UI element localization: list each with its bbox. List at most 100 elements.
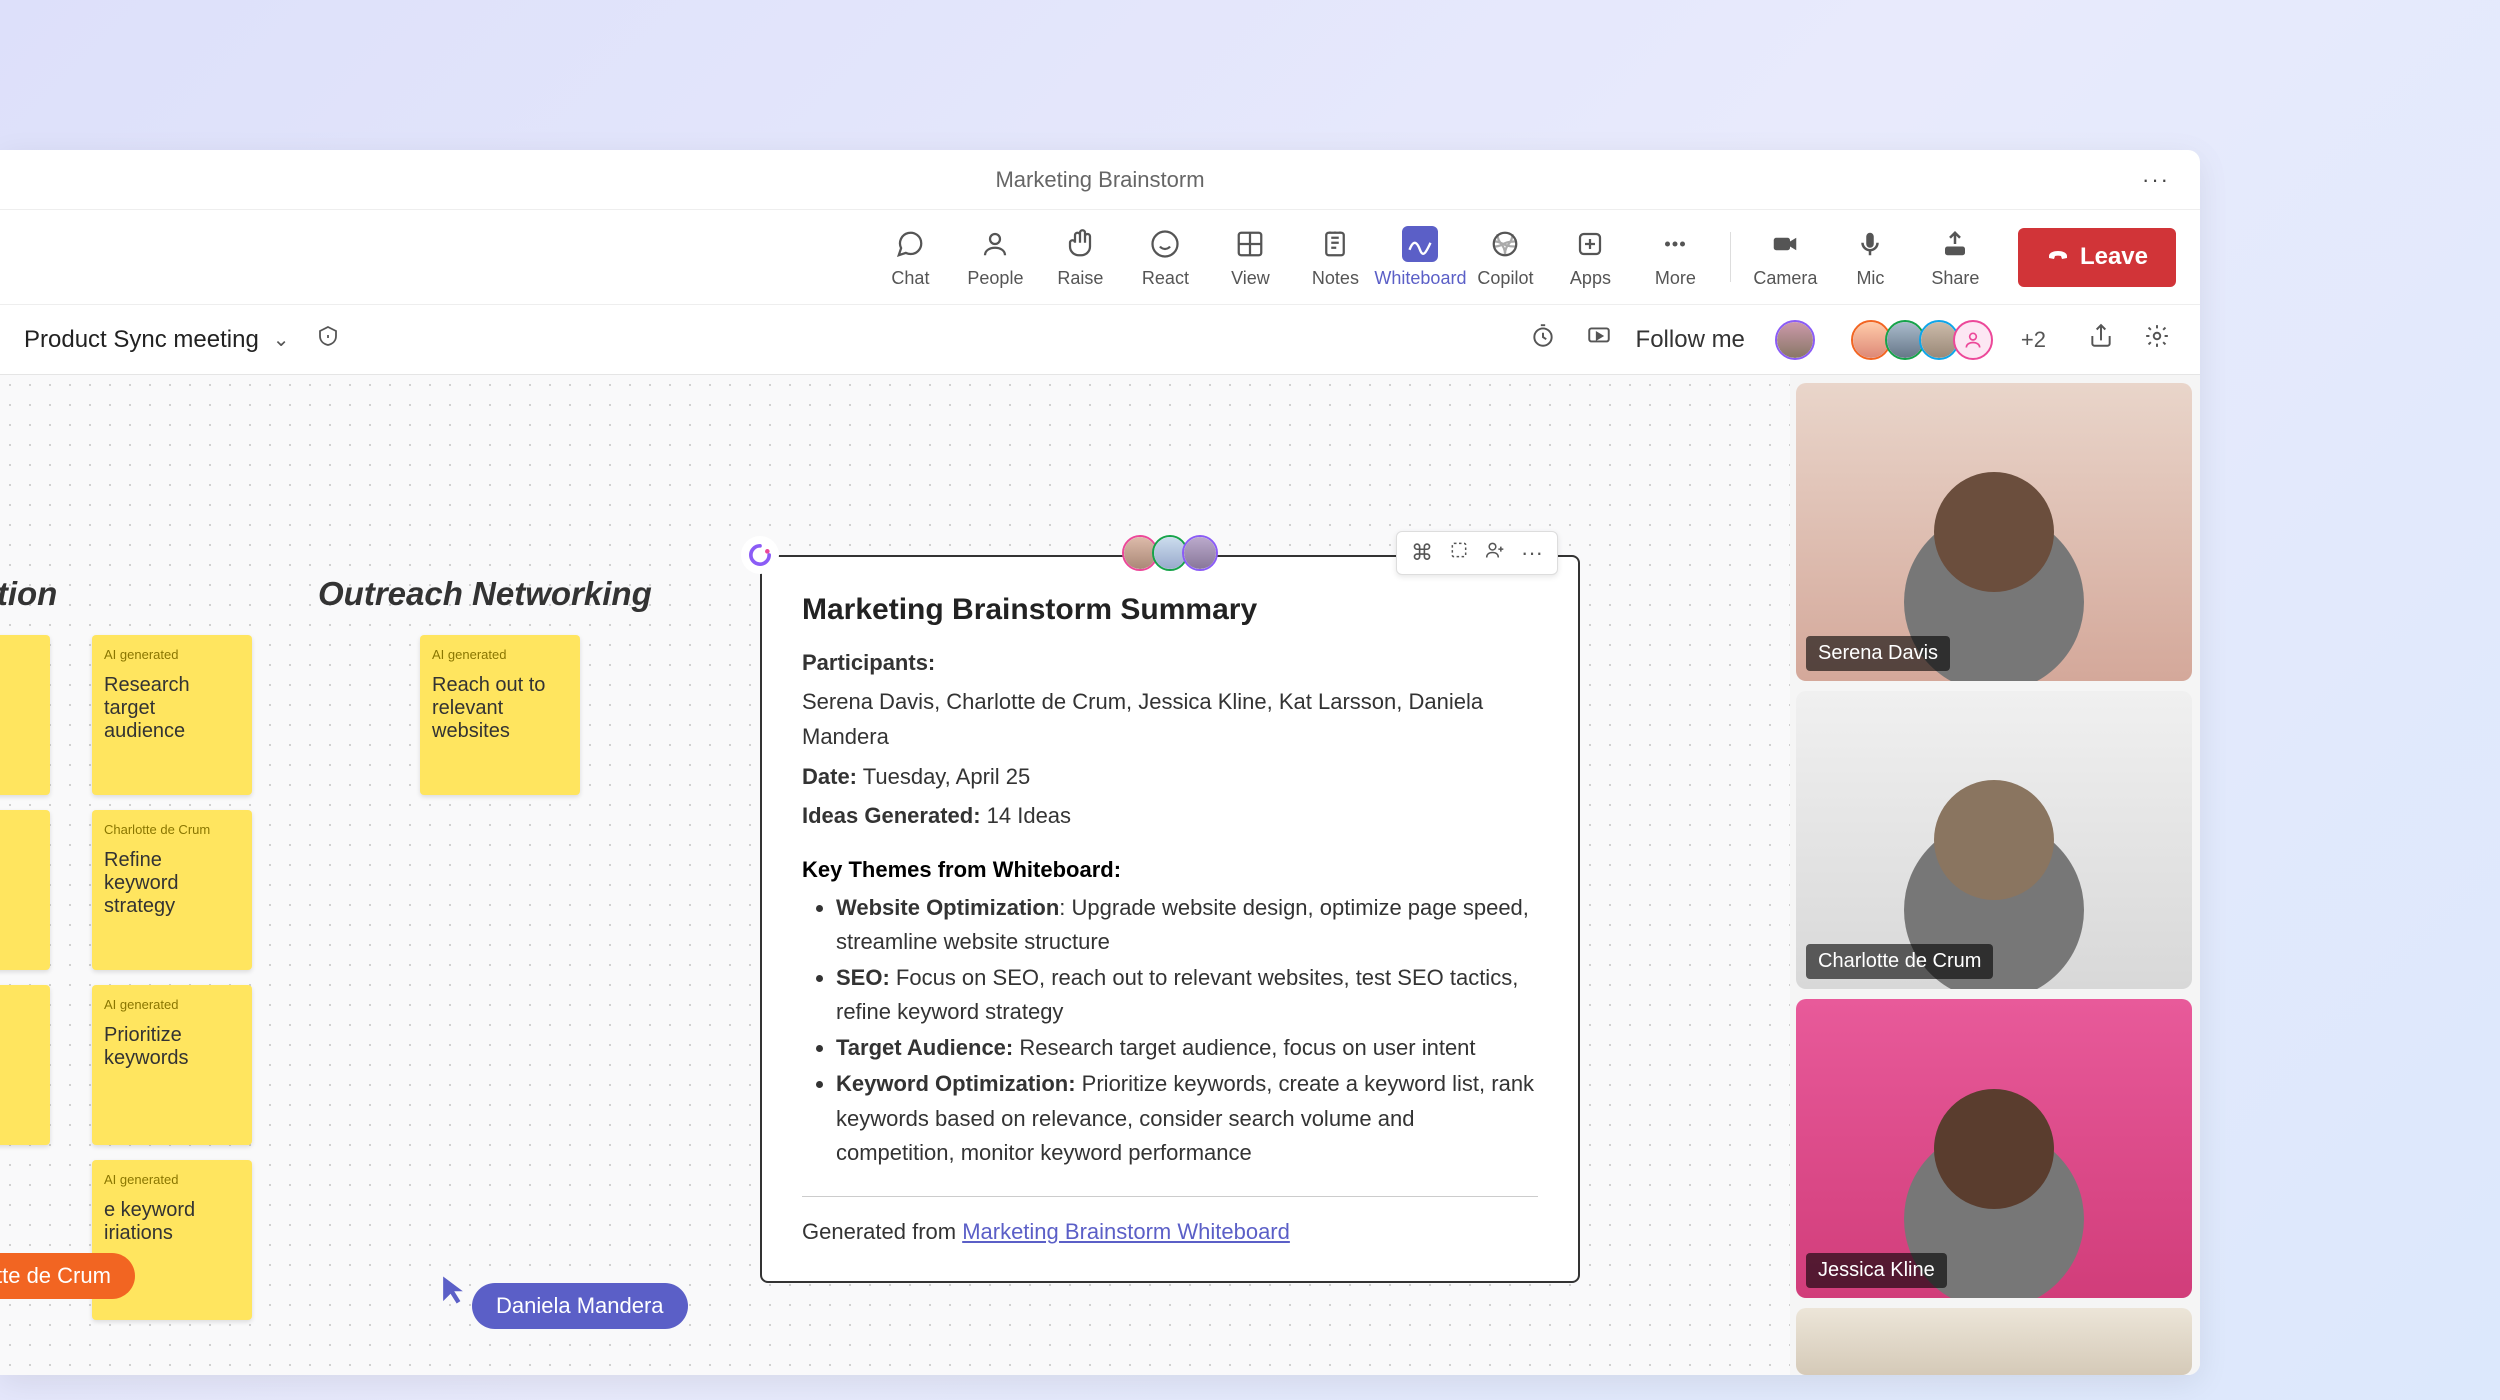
toolbar-label: Whiteboard xyxy=(1374,268,1466,289)
leave-button[interactable]: Leave xyxy=(2018,228,2176,287)
toolbar-label: Mic xyxy=(1856,268,1884,289)
sticky-text: Prioritize keywords xyxy=(104,1024,240,1070)
participant-avatar-group xyxy=(1851,320,1993,360)
toolbar-label: Raise xyxy=(1057,268,1103,289)
board-section-heading: ecution xyxy=(0,575,57,613)
sticky-note[interactable]: AI generated Prioritize keywords xyxy=(92,985,252,1145)
video-tile[interactable]: Serena Davis xyxy=(1796,383,2192,681)
toolbar-chat[interactable]: Chat xyxy=(868,217,953,297)
toolbar-camera[interactable]: Camera xyxy=(1743,217,1828,297)
sticky-note[interactable]: Charlotte de Crum Refine keyword strategy xyxy=(92,810,252,970)
titlebar: Marketing Brainstorm ··· xyxy=(0,150,2200,210)
avatar[interactable] xyxy=(1775,320,1815,360)
theme-item: SEO: Focus on SEO, reach out to relevant… xyxy=(836,961,1538,1029)
participant-name: Serena Davis xyxy=(1806,636,1950,671)
video-pane: Serena Davis Charlotte de Crum Jessica K… xyxy=(1790,375,2200,1375)
leave-label: Leave xyxy=(2080,243,2148,271)
toolbar-share[interactable]: Share xyxy=(1913,217,1998,297)
avatar[interactable] xyxy=(1182,535,1218,571)
sticky-tag: AI generated xyxy=(104,1172,240,1187)
toolbar-label: Notes xyxy=(1312,268,1359,289)
more-icon[interactable]: ··· xyxy=(1521,540,1543,566)
view-icon xyxy=(1232,226,1268,262)
toolbar-label: Apps xyxy=(1570,268,1611,289)
summary-title: Marketing Brainstorm Summary xyxy=(802,593,1538,627)
participant-name: Charlotte de Crum xyxy=(1806,944,1993,979)
chat-icon xyxy=(892,226,928,262)
more-icon xyxy=(1657,226,1693,262)
gear-icon[interactable] xyxy=(2138,317,2176,362)
theme-item: Website Optimization: Upgrade website de… xyxy=(836,891,1538,959)
toolbar-react[interactable]: React xyxy=(1123,217,1208,297)
sticky-note[interactable]: AI generatedReach out to relevant websit… xyxy=(420,635,580,795)
toolbar-label: People xyxy=(967,268,1023,289)
themes-list: Website Optimization: Upgrade website de… xyxy=(802,891,1538,1170)
toolbar-label: More xyxy=(1655,268,1696,289)
sticky-note[interactable]: a a rd list xyxy=(0,810,50,970)
toolbar-people[interactable]: People xyxy=(953,217,1038,297)
cursor-arrow-icon xyxy=(440,1274,466,1311)
sticky-tag: AI generated xyxy=(0,997,38,1012)
people-add-icon[interactable] xyxy=(1485,540,1505,566)
card-avatars xyxy=(1122,535,1218,571)
sticky-tag: Charlotte de Crum xyxy=(104,822,240,837)
app-window: Marketing Brainstorm ··· Chat People Rai… xyxy=(0,150,2200,1375)
apps-icon xyxy=(1572,226,1608,262)
summary-footer: Generated from Marketing Brainstorm Whit… xyxy=(802,1196,1538,1245)
video-tile[interactable]: Charlotte de Crum xyxy=(1796,691,2192,989)
whiteboard-icon xyxy=(1402,226,1438,262)
toolbar-more[interactable]: More xyxy=(1633,217,1718,297)
timer-icon[interactable] xyxy=(1524,317,1562,362)
cursor-label: Daniela Mandera xyxy=(472,1283,688,1329)
participants-value: Serena Davis, Charlotte de Crum, Jessica… xyxy=(802,684,1538,754)
chevron-down-icon[interactable]: ⌄ xyxy=(273,327,290,352)
toolbar-divider xyxy=(1730,232,1731,282)
toolbar-raise[interactable]: Raise xyxy=(1038,217,1123,297)
whiteboard-canvas[interactable]: ecution Outreach Networking on SEOAI gen… xyxy=(0,375,1790,1375)
share-icon xyxy=(1937,226,1973,262)
sticky-tag: AI generated xyxy=(104,647,240,662)
sticky-tag: AI generated xyxy=(104,997,240,1012)
crop-icon[interactable] xyxy=(1449,540,1469,566)
sticky-note[interactable]: AI generatedrds on nce xyxy=(0,985,50,1145)
grid-icon[interactable]: ⌘ xyxy=(1411,540,1433,566)
sticky-note[interactable]: on SEO xyxy=(0,635,50,795)
share-out-icon[interactable] xyxy=(2082,317,2120,362)
toolbar-mic[interactable]: Mic xyxy=(1828,217,1913,297)
follow-me-label[interactable]: Follow me xyxy=(1636,326,1745,354)
video-tile[interactable]: Jessica Kline xyxy=(1796,999,2192,1297)
people-icon xyxy=(977,226,1013,262)
sticky-text: Refine keyword strategy xyxy=(104,849,240,918)
toolbar-label: React xyxy=(1142,268,1189,289)
video-tile[interactable] xyxy=(1796,1308,2192,1375)
sticky-text: Reach out to relevant websites xyxy=(432,674,568,743)
toolbar-label: Chat xyxy=(891,268,929,289)
toolbar-apps[interactable]: Apps xyxy=(1548,217,1633,297)
avatar-overflow-count[interactable]: +2 xyxy=(2021,327,2046,353)
toolbar-view[interactable]: View xyxy=(1208,217,1293,297)
cursor-label: tte de Crum xyxy=(0,1253,135,1299)
toolbar-notes[interactable]: Notes xyxy=(1293,217,1378,297)
main-toolbar: Chat People Raise React View xyxy=(0,210,2200,305)
present-icon[interactable] xyxy=(1580,317,1618,362)
sticky-text: a rd list xyxy=(0,849,38,895)
lock-icon[interactable] xyxy=(316,324,340,355)
ideas-row: Ideas Generated: 14 Ideas xyxy=(802,798,1538,833)
toolbar-label: View xyxy=(1231,268,1270,289)
avatar[interactable] xyxy=(1953,320,1993,360)
summary-card[interactable]: ⌘ ··· Marketing Brainstorm Summary Parti… xyxy=(760,555,1580,1283)
raise-hand-icon xyxy=(1062,226,1098,262)
sticky-tag: a xyxy=(0,822,38,837)
meeting-name: Product Sync meeting xyxy=(24,326,259,354)
titlebar-more-icon[interactable]: ··· xyxy=(2142,167,2170,193)
main-area: ecution Outreach Networking on SEOAI gen… xyxy=(0,375,2200,1375)
sticky-text: on SEO xyxy=(0,659,38,682)
loop-logo-icon xyxy=(744,539,776,571)
sticky-note[interactable]: AI generatedResearch target audience xyxy=(92,635,252,795)
toolbar-copilot[interactable]: Copilot xyxy=(1463,217,1548,297)
camera-icon xyxy=(1767,226,1803,262)
date-row: Date: Tuesday, April 25 xyxy=(802,759,1538,794)
source-link[interactable]: Marketing Brainstorm Whiteboard xyxy=(962,1219,1290,1244)
toolbar-whiteboard[interactable]: Whiteboard xyxy=(1378,217,1463,297)
phone-down-icon xyxy=(2046,242,2070,273)
